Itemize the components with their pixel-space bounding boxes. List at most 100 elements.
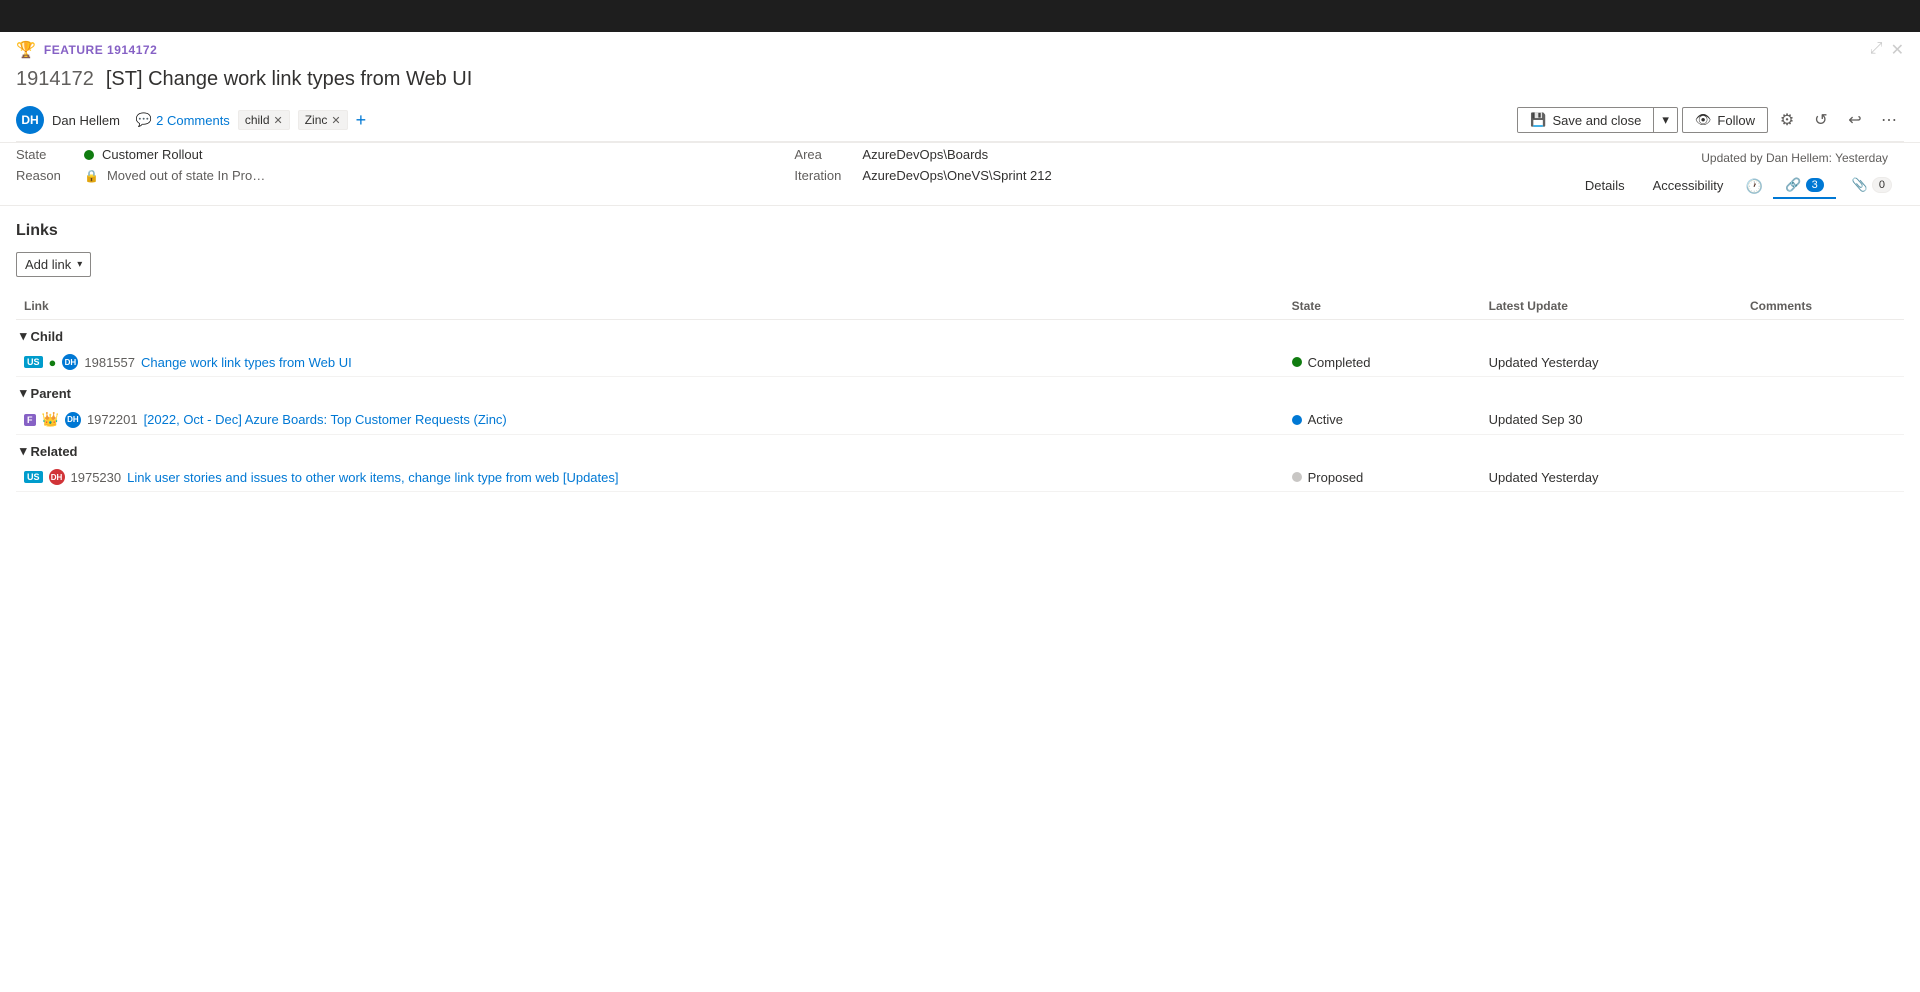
update-cell-3: Updated Yesterday xyxy=(1481,463,1742,492)
chevron-down-icon: ▾ xyxy=(1662,112,1669,127)
avatar: DH xyxy=(16,106,44,134)
links-badge: 3 xyxy=(1806,178,1824,192)
save-main[interactable]: 💾 Save and close xyxy=(1518,108,1654,132)
col-link: Link xyxy=(16,293,1284,320)
state-cell-3: Proposed xyxy=(1284,463,1481,492)
group-child-label: Child xyxy=(31,329,64,344)
state-dot xyxy=(84,150,94,160)
assignee-avatar: DH xyxy=(62,354,78,370)
tag-zinc-label: Zinc xyxy=(305,113,328,127)
toolbar-right: 💾 Save and close ▾ 👁 Follow ⚙ ↺ ↩ xyxy=(1517,105,1904,135)
work-item-type-icon: US xyxy=(24,471,43,483)
collapse-icon: ▾ xyxy=(20,385,27,401)
metadata-tabs: Details Accessibility 🕐 🔗 3 📎 0 xyxy=(1573,171,1904,201)
work-item-number: 1914172 xyxy=(16,68,94,91)
links-table: Link State Latest Update Comments ▾ Chil… xyxy=(16,293,1904,492)
collapse-icon: ▾ xyxy=(20,328,27,344)
link-title[interactable]: [2022, Oct - Dec] Azure Boards: Top Cust… xyxy=(144,412,507,427)
tag-remove-zinc[interactable]: ✕ xyxy=(331,114,340,127)
undo-button[interactable]: ↩ xyxy=(1840,105,1870,135)
group-related: ▾ Related xyxy=(16,435,1904,464)
comments-button[interactable]: 💬 2 Comments xyxy=(136,112,230,128)
table-row: US DH 1975230 Link user stories and issu… xyxy=(16,463,1904,492)
metadata-fields-right: Area AzureDevOps\Boards Iteration AzureD… xyxy=(794,147,1572,183)
attachment-icon: 📎 xyxy=(1852,177,1868,193)
refresh-icon: ↺ xyxy=(1814,110,1827,130)
status-check-icon: ● xyxy=(49,355,57,370)
state-label-proposed: Proposed xyxy=(1308,470,1364,485)
right-panel: Updated by Dan Hellem: Yesterday Details… xyxy=(1573,147,1904,201)
updated-text: Updated by Dan Hellem: Yesterday xyxy=(1701,147,1904,165)
follow-label: Follow xyxy=(1717,113,1755,128)
add-tag-button[interactable]: + xyxy=(356,111,367,129)
save-icon: 💾 xyxy=(1530,112,1546,128)
links-table-header: Link State Latest Update Comments xyxy=(16,293,1904,320)
state-label: State xyxy=(16,147,76,162)
state-field: State Customer Rollout xyxy=(16,147,794,162)
group-related-label: Related xyxy=(31,444,78,459)
group-parent-toggle[interactable]: ▾ Parent xyxy=(20,385,1896,401)
link-cell-3: US DH 1975230 Link user stories and issu… xyxy=(16,463,1284,492)
main-content: Links Add link ▾ Link State Latest Updat… xyxy=(0,206,1920,508)
comment-count: 2 Comments xyxy=(156,113,230,128)
expand-button[interactable]: ⤢ xyxy=(1870,40,1883,60)
lock-icon: 🔒 xyxy=(84,169,99,183)
toolbar-row: DH Dan Hellem 💬 2 Comments child ✕ Zinc … xyxy=(16,99,1904,142)
iteration-value[interactable]: AzureDevOps\OneVS\Sprint 212 xyxy=(862,168,1051,183)
group-parent: ▾ Parent xyxy=(16,377,1904,406)
update-cell-2: Updated Sep 30 xyxy=(1481,405,1742,435)
group-related-toggle[interactable]: ▾ Related xyxy=(20,443,1896,459)
tab-attachments[interactable]: 📎 0 xyxy=(1840,173,1904,199)
settings-button[interactable]: ⚙ xyxy=(1772,105,1802,135)
tag-suggestion: child ✕ xyxy=(238,110,290,130)
update-cell-1: Updated Yesterday xyxy=(1481,348,1742,377)
assignee-avatar: DH xyxy=(49,469,65,485)
gear-icon: ⚙ xyxy=(1780,110,1794,130)
group-child: ▾ Child xyxy=(16,320,1904,349)
comments-cell-1 xyxy=(1742,348,1904,377)
area-value[interactable]: AzureDevOps\Boards xyxy=(862,147,988,162)
reason-field: Reason 🔒 Moved out of state In Pro… xyxy=(16,168,794,183)
state-value[interactable]: Customer Rollout xyxy=(102,147,202,162)
work-item-type-icon: F xyxy=(24,414,36,426)
work-item-title[interactable]: [ST] Change work link types from Web UI xyxy=(106,68,472,91)
assignee-avatar: DH xyxy=(65,412,81,428)
tab-details[interactable]: Details xyxy=(1573,174,1637,199)
comment-icon: 💬 xyxy=(136,112,152,128)
save-dropdown-arrow[interactable]: ▾ xyxy=(1654,108,1677,132)
links-section-title: Links xyxy=(16,222,1904,240)
window-controls: ⤢ ✕ xyxy=(1870,40,1904,60)
attachments-badge: 0 xyxy=(1872,177,1892,193)
metadata-fields: State Customer Rollout Reason 🔒 Moved ou… xyxy=(16,147,794,183)
tag-remove-suggestion[interactable]: ✕ xyxy=(274,114,283,127)
area-label: Area xyxy=(794,147,854,162)
col-comments: Comments xyxy=(1742,293,1904,320)
add-link-label: Add link xyxy=(25,257,71,272)
group-child-toggle[interactable]: ▾ Child xyxy=(20,328,1896,344)
tag-label: child xyxy=(245,113,270,127)
reason-label: Reason xyxy=(16,168,76,183)
more-button[interactable]: ⋯ xyxy=(1874,105,1904,135)
save-button[interactable]: 💾 Save and close ▾ xyxy=(1517,107,1678,133)
follow-button[interactable]: 👁 Follow xyxy=(1682,107,1768,133)
state-cell-2: Active xyxy=(1284,405,1481,435)
col-state: State xyxy=(1284,293,1481,320)
link-cell-2: F 👑 DH 1972201 [2022, Oct - Dec] Azure B… xyxy=(16,405,1284,435)
state-label-completed: Completed xyxy=(1308,355,1371,370)
refresh-button[interactable]: ↺ xyxy=(1806,105,1836,135)
trophy-icon: 🏆 xyxy=(16,40,36,60)
link-title[interactable]: Change work link types from Web UI xyxy=(141,355,352,370)
link-title[interactable]: Link user stories and issues to other wo… xyxy=(127,470,618,485)
link-id: 1981557 xyxy=(84,355,135,370)
work-item-type-icon: US xyxy=(24,356,43,368)
tab-accessibility[interactable]: Accessibility xyxy=(1641,174,1736,199)
meta-tabs-row: State Customer Rollout Reason 🔒 Moved ou… xyxy=(0,143,1920,206)
close-button[interactable]: ✕ xyxy=(1891,40,1904,60)
table-row: F 👑 DH 1972201 [2022, Oct - Dec] Azure B… xyxy=(16,405,1904,435)
add-link-button[interactable]: Add link ▾ xyxy=(16,252,91,277)
tab-links[interactable]: 🔗 3 xyxy=(1773,173,1835,199)
collapse-icon: ▾ xyxy=(20,443,27,459)
iteration-field: Iteration AzureDevOps\OneVS\Sprint 212 xyxy=(794,168,1572,183)
top-bar xyxy=(0,0,1920,32)
history-button[interactable]: 🕐 xyxy=(1739,171,1769,201)
